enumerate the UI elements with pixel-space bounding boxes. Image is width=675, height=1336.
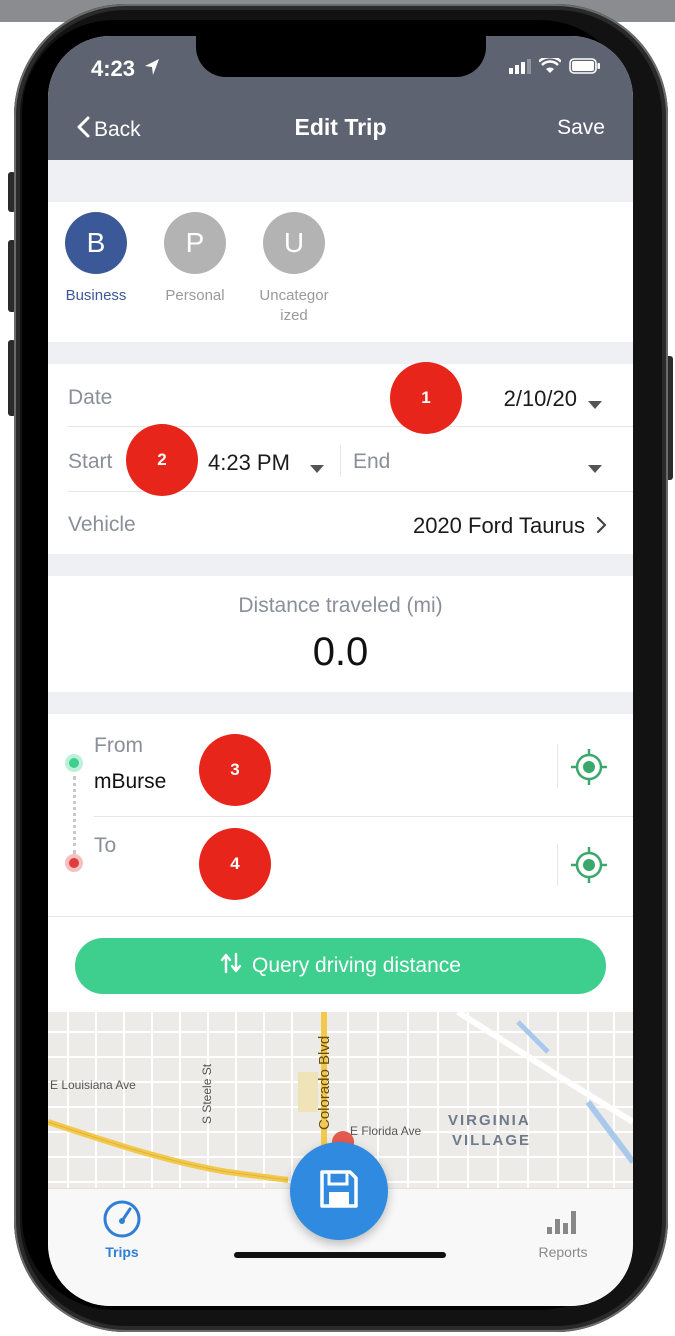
category-uncategorized-label-line2: ized	[280, 307, 308, 324]
category-business-circle: B	[65, 212, 127, 274]
category-personal[interactable]: P Personal	[155, 212, 235, 306]
to-field[interactable]: To	[94, 828, 554, 908]
tab-trips-label: Trips	[105, 1244, 139, 1260]
vehicle-label: Vehicle	[68, 513, 136, 536]
annotation-badge-3: 3	[199, 734, 271, 806]
route-bottom-divider	[48, 916, 633, 917]
vehicle-row[interactable]: Vehicle 2020 Ford Taurus	[48, 492, 633, 554]
category-uncategorized-circle: U	[263, 212, 325, 274]
date-caret-icon	[588, 396, 602, 414]
query-driving-distance-label: Query driving distance	[252, 954, 461, 977]
category-business-label: Business	[65, 287, 127, 304]
status-icons	[509, 55, 601, 79]
tab-reports[interactable]: Reports	[528, 1199, 598, 1260]
map-label-virginia: VIRGINIA	[448, 1112, 531, 1129]
navigation-bar: Back Edit Trip Save	[48, 106, 633, 160]
category-business[interactable]: B Business	[56, 212, 136, 306]
from-locate-separator	[557, 744, 558, 788]
annotation-badge-4: 4	[199, 828, 271, 900]
status-time: 4:23	[91, 56, 136, 81]
home-indicator	[234, 1252, 446, 1258]
swap-arrows-icon	[220, 952, 242, 980]
save-button[interactable]: Save	[557, 116, 605, 140]
start-label: Start	[68, 450, 113, 473]
map-label-colorado: Colorado Blvd	[316, 1035, 333, 1130]
distance-value: 0.0	[312, 630, 369, 674]
end-caret-icon	[588, 460, 602, 478]
tab-trips[interactable]: Trips	[92, 1199, 152, 1260]
map-label-e-florida: E Florida Ave	[350, 1124, 422, 1138]
category-personal-label: Personal	[165, 287, 225, 304]
map-label-s-steele: S Steele St	[200, 1063, 214, 1124]
signal-icon	[509, 58, 531, 79]
annotation-badge-1: 1	[390, 362, 462, 434]
map-label-village: VILLAGE	[452, 1132, 532, 1149]
from-value: mBurse	[94, 770, 167, 793]
chevron-right-icon	[596, 516, 607, 539]
bar-chart-icon	[545, 1205, 581, 1238]
map-label-e-louisiana: E Louisiana Ave	[50, 1078, 136, 1092]
date-value: 2/10/20	[503, 386, 577, 411]
from-dot-icon	[65, 754, 83, 772]
to-label: To	[94, 834, 117, 857]
save-trip-fab[interactable]	[290, 1142, 388, 1240]
phone-screen: 4:23 Back Edit Trip Save B Business P Pe…	[48, 36, 633, 1306]
end-label: End	[353, 450, 391, 473]
speedometer-icon	[100, 1199, 144, 1242]
tab-reports-label: Reports	[538, 1244, 588, 1260]
category-uncategorized[interactable]: U Uncategor ized	[254, 212, 334, 326]
battery-icon	[569, 58, 601, 79]
location-arrow-icon	[144, 58, 160, 81]
end-time-row[interactable]: End	[341, 427, 633, 491]
route-connector	[73, 776, 76, 854]
notch	[196, 36, 486, 77]
to-locate-separator	[557, 844, 558, 886]
locate-to-icon[interactable]	[570, 846, 608, 889]
distance-label: Distance traveled (mi)	[238, 594, 443, 617]
query-driving-distance-button[interactable]: Query driving distance	[75, 938, 606, 994]
start-caret-icon	[310, 460, 324, 478]
locate-from-icon[interactable]	[570, 748, 608, 791]
category-uncategorized-label-line1: Uncategor	[259, 287, 329, 304]
from-label: From	[94, 734, 143, 757]
date-label: Date	[68, 386, 113, 409]
from-field[interactable]: From mBurse	[94, 728, 554, 816]
route-divider	[94, 816, 633, 817]
page-title: Edit Trip	[294, 114, 387, 140]
status-bar: 4:23	[48, 36, 633, 106]
wifi-icon	[538, 55, 562, 79]
date-row[interactable]: Date 2/10/20	[48, 364, 633, 426]
category-personal-circle: P	[164, 212, 226, 274]
annotation-badge-2: 2	[126, 424, 198, 496]
start-value: 4:23 PM	[208, 450, 290, 475]
floppy-disk-icon	[318, 1168, 360, 1215]
vehicle-value: 2020 Ford Taurus	[412, 513, 585, 538]
category-uncategorized-label: Uncategor ized	[254, 286, 334, 326]
to-dot-icon	[65, 854, 83, 872]
